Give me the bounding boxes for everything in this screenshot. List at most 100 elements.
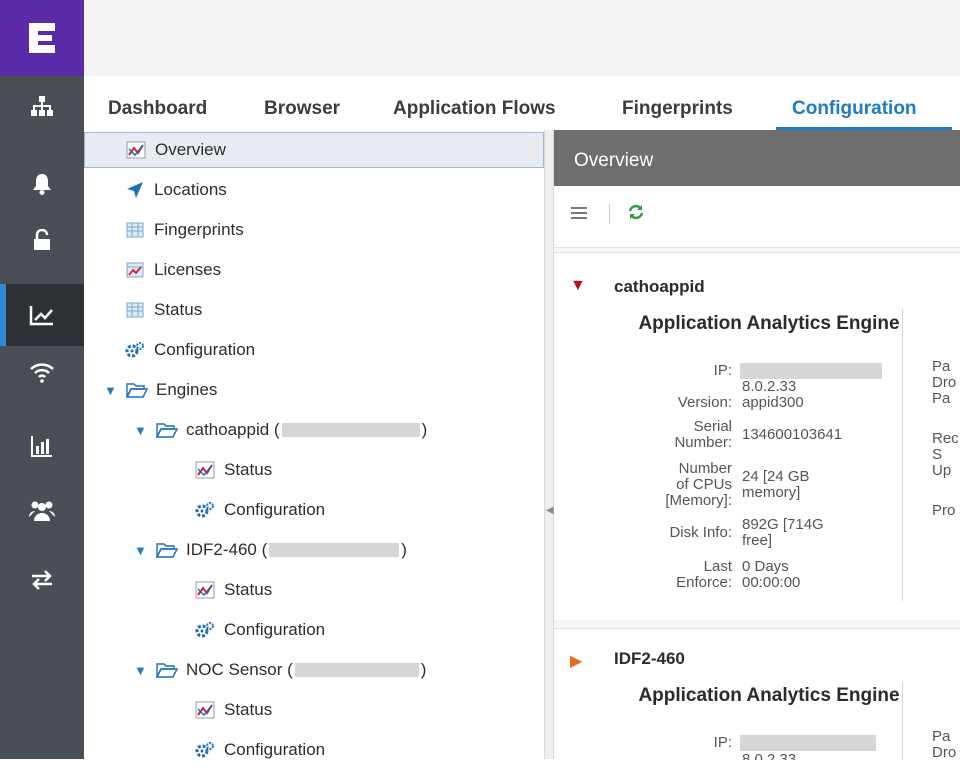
tree-item-fingerprints[interactable]: Fingerprints [124,212,244,248]
tree-item-overview[interactable]: Overview [84,132,544,168]
tree-label: Locations [154,180,227,199]
caret-down-icon[interactable]: ▼ [134,423,150,438]
tree-label: Configuration [154,340,256,359]
menu-icon[interactable] [570,206,588,225]
tree-item-engine-cathoappid[interactable]: ▼ cathoappid ( ) [134,412,427,448]
tree-label: NOC Sensor ( [186,660,293,679]
transfer-icon[interactable] [0,554,84,606]
tree-label: Fingerprints [154,220,244,239]
caret-down-icon[interactable]: ▼ [134,663,150,678]
gears-icon [124,339,146,361]
tree-label: Status [224,460,273,479]
location-arrow-icon [124,179,146,201]
column-divider [902,681,903,760]
tree-item-status[interactable]: Status [124,292,202,328]
ip-label: IP: [713,734,732,751]
folder-open-icon [156,659,178,681]
refresh-icon[interactable] [628,204,644,225]
panel-title: Overview [554,130,960,186]
tree-item-engine-idf2-460[interactable]: ▼ IDF2-460 ( ) [134,532,407,568]
bell-icon[interactable] [0,158,84,210]
tree-item-licenses[interactable]: Licenses [124,252,221,288]
disk-label: Disk Info: [669,524,732,541]
engine-name[interactable]: IDF2-460 [614,649,685,669]
engine-name[interactable]: cathoappid [614,277,705,297]
caret-down-icon[interactable]: ▼ [104,383,120,398]
version-label: Version: [677,394,732,411]
tree-item-engines[interactable]: ▼ Engines [104,372,217,408]
config-tree: Overview Locations Fingerprints Licenses… [84,130,544,759]
toolbar-separator [609,204,610,224]
engine-card: ▼ cathoappid Application Analytics Engin… [554,252,960,620]
tab-browser[interactable]: Browser [264,98,340,120]
tree-label: IDF2-460 ( [186,540,268,559]
panel-splitter[interactable]: ◀ [544,130,554,759]
top-bar [84,0,960,76]
collapse-arrow-icon[interactable]: ◀ [546,505,554,521]
lock-icon[interactable] [0,214,84,266]
folder-open-icon [126,379,148,401]
truncated-label: Dro [932,374,957,391]
panel-toolbar [554,186,960,248]
tree-item-engine-configuration[interactable]: Configuration [194,492,325,528]
redacted-ip [269,543,400,557]
license-icon [124,259,146,281]
cpus-value: 24 [24 GB memory] [742,468,810,501]
redacted-ip [281,423,420,437]
tab-application-flows[interactable]: Application Flows [393,98,556,120]
network-icon[interactable] [0,80,84,132]
users-icon[interactable] [0,484,84,536]
table-icon [124,299,146,321]
truncated-label: Rec [932,430,959,447]
status-right-arrow-icon: ▶ [570,653,583,670]
overview-panel: Overview ▼ cathoappid Application Analyt… [554,130,960,761]
tree-item-locations[interactable]: Locations [124,172,227,208]
tree-label: ) [401,540,407,559]
column-divider [902,309,903,601]
gears-icon [194,739,216,761]
tree-label: Configuration [224,620,326,639]
tree-item-engine-noc-sensor[interactable]: ▼ NOC Sensor ( ) [134,652,426,688]
tab-dashboard[interactable]: Dashboard [108,98,207,120]
truncated-label: Pa [932,358,951,375]
analytics-icon[interactable] [0,284,84,346]
table-icon [124,219,146,241]
tree-label: Configuration [224,500,326,519]
tree-label: cathoappid ( [186,420,280,439]
tab-fingerprints[interactable]: Fingerprints [622,98,733,120]
status-chart-icon [194,459,216,481]
caret-down-icon[interactable]: ▼ [134,543,150,558]
tree-item-engine-status[interactable]: Status [194,452,272,488]
tree-label: Overview [155,140,226,159]
enforce-label: Last Enforce: [676,558,732,591]
redacted-ip [740,363,882,379]
folder-open-icon [156,539,178,561]
tree-label: Licenses [154,260,222,279]
ip-label: IP: [713,362,732,379]
tree-label: Engines [156,380,218,399]
reports-icon[interactable] [0,420,84,472]
tree-label: Configuration [224,740,326,759]
truncated-label: Pro [932,502,956,519]
version-value: 8.0.2.33 appid300 [742,378,804,411]
serial-label: Serial Number: [674,418,732,451]
truncated-label: S [932,446,943,463]
extreme-logo-icon[interactable] [0,0,84,76]
tab-configuration[interactable]: Configuration [792,98,917,120]
tree-item-engine-configuration[interactable]: Configuration [194,732,325,768]
tree-label: Status [154,300,203,319]
tree-item-engine-status[interactable]: Status [194,572,272,608]
nav-rail [0,0,84,759]
tree-item-engine-configuration[interactable]: Configuration [194,612,325,648]
tree-item-configuration[interactable]: Configuration [124,332,255,368]
serial-value: 134600103641 [742,426,843,443]
disk-value: 892G [714G free] [742,516,824,549]
tree-label: Status [224,580,273,599]
status-chart-icon [194,579,216,601]
status-down-arrow-icon: ▼ [570,277,586,294]
redacted-ip [740,735,876,751]
status-chart-icon [194,699,216,721]
wifi-icon[interactable] [0,346,84,398]
tree-item-engine-status[interactable]: Status [194,692,272,728]
tree-label: ) [420,660,427,679]
